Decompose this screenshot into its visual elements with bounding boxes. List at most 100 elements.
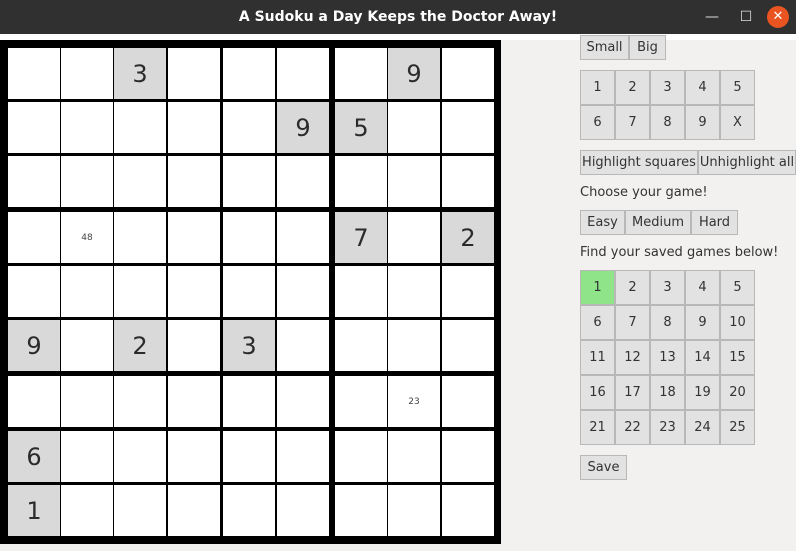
sudoku-cell[interactable]: [168, 376, 220, 427]
numpad-clear-button[interactable]: X: [720, 105, 755, 140]
sudoku-cell[interactable]: [388, 431, 440, 482]
sudoku-cell[interactable]: 48: [61, 212, 113, 263]
sudoku-cell[interactable]: [442, 102, 494, 153]
highlight-squares-button[interactable]: Highlight squares: [580, 150, 698, 175]
sudoku-cell[interactable]: [168, 320, 220, 371]
sudoku-cell[interactable]: [442, 320, 494, 371]
sudoku-cell[interactable]: [8, 212, 60, 263]
sudoku-cell[interactable]: [223, 102, 275, 153]
numpad-four-button[interactable]: 4: [685, 70, 720, 105]
sudoku-cell[interactable]: [114, 376, 166, 427]
sudoku-cell[interactable]: [223, 156, 275, 207]
sudoku-cell[interactable]: [335, 156, 387, 207]
hard-button[interactable]: Hard: [691, 210, 738, 235]
sudoku-cell[interactable]: [61, 102, 113, 153]
sudoku-cell[interactable]: 1: [8, 485, 60, 536]
sudoku-cell[interactable]: 23: [388, 376, 440, 427]
saved-game-17-button[interactable]: 17: [615, 375, 650, 410]
saved-game-11-button[interactable]: 11: [580, 340, 615, 375]
sudoku-cell[interactable]: 3: [114, 48, 166, 99]
sudoku-cell[interactable]: [223, 376, 275, 427]
saved-game-5-button[interactable]: 5: [720, 270, 755, 305]
sudoku-cell[interactable]: [114, 485, 166, 536]
sudoku-cell[interactable]: [277, 266, 329, 317]
saved-game-25-button[interactable]: 25: [720, 410, 755, 445]
sudoku-cell[interactable]: [335, 431, 387, 482]
sudoku-cell[interactable]: [61, 266, 113, 317]
sudoku-cell[interactable]: [442, 485, 494, 536]
saved-game-7-button[interactable]: 7: [615, 305, 650, 340]
sudoku-cell[interactable]: [277, 156, 329, 207]
sudoku-cell[interactable]: [442, 266, 494, 317]
sudoku-cell[interactable]: 6: [8, 431, 60, 482]
saved-game-2-button[interactable]: 2: [615, 270, 650, 305]
sudoku-cell[interactable]: [168, 156, 220, 207]
sudoku-cell[interactable]: [277, 320, 329, 371]
sudoku-cell[interactable]: 3: [223, 320, 275, 371]
sudoku-cell[interactable]: [114, 266, 166, 317]
sudoku-cell[interactable]: 2: [442, 212, 494, 263]
sudoku-cell[interactable]: [223, 212, 275, 263]
saved-game-8-button[interactable]: 8: [650, 305, 685, 340]
easy-button[interactable]: Easy: [580, 210, 625, 235]
saved-game-13-button[interactable]: 13: [650, 340, 685, 375]
saved-game-22-button[interactable]: 22: [615, 410, 650, 445]
sudoku-cell[interactable]: [223, 266, 275, 317]
medium-button[interactable]: Medium: [625, 210, 691, 235]
numpad-two-button[interactable]: 2: [615, 70, 650, 105]
saved-game-12-button[interactable]: 12: [615, 340, 650, 375]
saved-game-9-button[interactable]: 9: [685, 305, 720, 340]
sudoku-cell[interactable]: [8, 102, 60, 153]
sudoku-cell[interactable]: [335, 48, 387, 99]
numpad-three-button[interactable]: 3: [650, 70, 685, 105]
sudoku-cell[interactable]: [8, 376, 60, 427]
saved-game-15-button[interactable]: 15: [720, 340, 755, 375]
sudoku-cell[interactable]: [442, 48, 494, 99]
sudoku-cell[interactable]: 5: [335, 102, 387, 153]
sudoku-cell[interactable]: [168, 102, 220, 153]
sudoku-cell[interactable]: [168, 431, 220, 482]
save-button[interactable]: Save: [580, 455, 627, 480]
saved-game-3-button[interactable]: 3: [650, 270, 685, 305]
numpad-one-button[interactable]: 1: [580, 70, 615, 105]
sudoku-cell[interactable]: [277, 485, 329, 536]
sudoku-cell[interactable]: [388, 485, 440, 536]
sudoku-cell[interactable]: 2: [114, 320, 166, 371]
sudoku-cell[interactable]: [335, 320, 387, 371]
saved-game-20-button[interactable]: 20: [720, 375, 755, 410]
sudoku-cell[interactable]: [277, 212, 329, 263]
sudoku-cell[interactable]: [277, 48, 329, 99]
minimize-icon[interactable]: —: [700, 0, 724, 34]
numpad-six-button[interactable]: 6: [580, 105, 615, 140]
sudoku-cell[interactable]: [114, 156, 166, 207]
big-button[interactable]: Big: [629, 35, 666, 60]
sudoku-cell[interactable]: [61, 376, 113, 427]
sudoku-cell[interactable]: [223, 485, 275, 536]
sudoku-cell[interactable]: 9: [277, 102, 329, 153]
sudoku-cell[interactable]: [277, 431, 329, 482]
sudoku-cell[interactable]: 9: [388, 48, 440, 99]
maximize-icon[interactable]: ☐: [734, 0, 758, 34]
saved-game-14-button[interactable]: 14: [685, 340, 720, 375]
saved-game-21-button[interactable]: 21: [580, 410, 615, 445]
saved-game-24-button[interactable]: 24: [685, 410, 720, 445]
numpad-eight-button[interactable]: 8: [650, 105, 685, 140]
numpad-nine-button[interactable]: 9: [685, 105, 720, 140]
sudoku-cell[interactable]: [335, 485, 387, 536]
sudoku-cell[interactable]: [335, 376, 387, 427]
saved-game-19-button[interactable]: 19: [685, 375, 720, 410]
sudoku-cell[interactable]: [442, 156, 494, 207]
sudoku-cell[interactable]: [388, 156, 440, 207]
sudoku-cell[interactable]: [388, 212, 440, 263]
sudoku-cell[interactable]: [168, 212, 220, 263]
numpad-five-button[interactable]: 5: [720, 70, 755, 105]
sudoku-cell[interactable]: [335, 266, 387, 317]
sudoku-cell[interactable]: [114, 102, 166, 153]
saved-game-16-button[interactable]: 16: [580, 375, 615, 410]
sudoku-cell[interactable]: [114, 212, 166, 263]
sudoku-cell[interactable]: [61, 431, 113, 482]
sudoku-cell[interactable]: [168, 266, 220, 317]
saved-game-10-button[interactable]: 10: [720, 305, 755, 340]
sudoku-cell[interactable]: [277, 376, 329, 427]
sudoku-cell[interactable]: [442, 431, 494, 482]
